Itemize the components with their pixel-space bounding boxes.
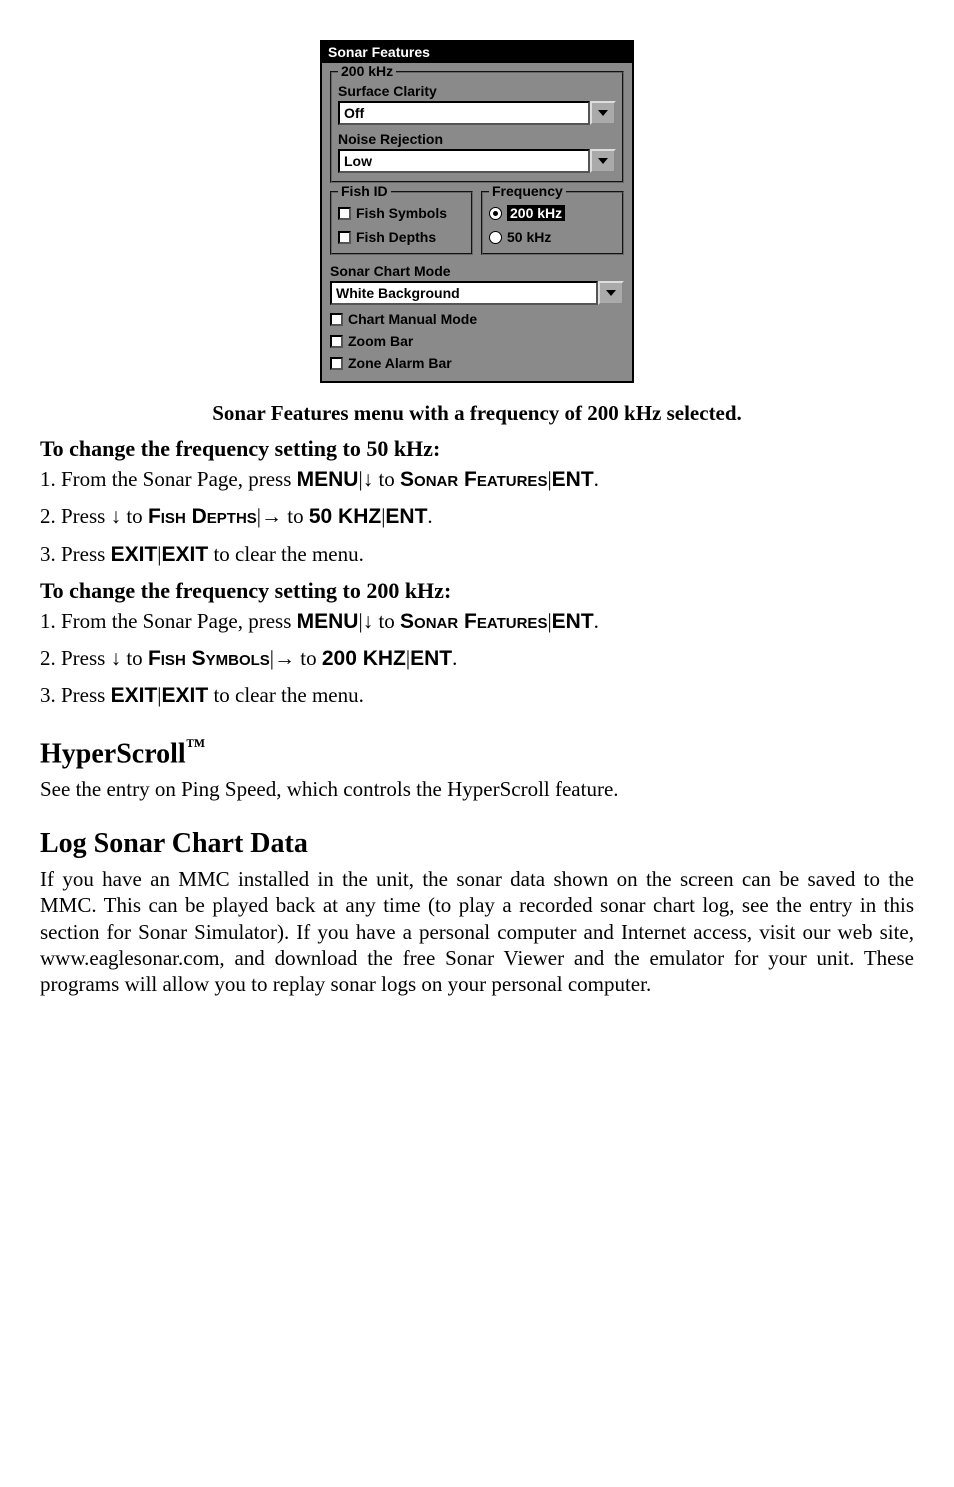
checkbox-icon (330, 357, 343, 370)
chevron-down-icon[interactable] (590, 101, 616, 125)
hyperscroll-body: See the entry on Ping Speed, which contr… (40, 776, 914, 802)
checkbox-icon (330, 313, 343, 326)
step-200-2: 2. Press ↓ to Fish Symbols|→ to 200 KHZ|… (40, 645, 914, 672)
noise-rejection-dropdown[interactable]: Low (338, 149, 616, 173)
step-200-1: 1. From the Sonar Page, press MENU|↓ to … (40, 608, 914, 635)
sonar-chart-mode-dropdown[interactable]: White Background (330, 281, 624, 305)
group-fish-id-title: Fish ID (338, 183, 391, 199)
fish-depths-label: Fish Depths (356, 229, 436, 245)
zoom-bar-checkbox[interactable]: Zoom Bar (330, 333, 624, 349)
chart-manual-mode-checkbox[interactable]: Chart Manual Mode (330, 311, 624, 327)
fish-symbols-checkbox[interactable]: Fish Symbols (338, 205, 465, 221)
freq-200-radio[interactable]: 200 kHz (489, 205, 616, 221)
dialog-figure: Sonar Features 200 kHz Surface Clarity O… (40, 40, 914, 383)
sonar-chart-mode-label: Sonar Chart Mode (330, 263, 624, 279)
sonar-features-dialog: Sonar Features 200 kHz Surface Clarity O… (320, 40, 634, 383)
step-50-2: 2. Press ↓ to Fish Depths|→ to 50 KHZ|EN… (40, 503, 914, 530)
group-frequency: Frequency 200 kHz 50 kHz (481, 191, 624, 255)
chevron-down-icon[interactable] (598, 281, 624, 305)
step-50-3: 3. Press EXIT|EXIT to clear the menu. (40, 541, 914, 568)
fish-symbols-label: Fish Symbols (356, 205, 447, 221)
zone-alarm-bar-label: Zone Alarm Bar (348, 355, 452, 371)
heading-200khz: To change the frequency setting to 200 k… (40, 578, 914, 604)
dialog-body: 200 kHz Surface Clarity Off Noise Reject… (322, 63, 632, 381)
surface-clarity-dropdown[interactable]: Off (338, 101, 616, 125)
checkbox-icon (330, 335, 343, 348)
surface-clarity-label: Surface Clarity (338, 83, 616, 99)
dialog-title: Sonar Features (322, 42, 632, 63)
freq-50-label: 50 kHz (507, 229, 551, 245)
zone-alarm-bar-checkbox[interactable]: Zone Alarm Bar (330, 355, 624, 371)
step-200-3: 3. Press EXIT|EXIT to clear the menu. (40, 682, 914, 709)
group-200khz-title: 200 kHz (338, 63, 396, 79)
group-200khz: 200 kHz Surface Clarity Off Noise Reject… (330, 71, 624, 183)
freq-50-radio[interactable]: 50 kHz (489, 229, 616, 245)
heading-log-sonar: Log Sonar Chart Data (40, 828, 914, 860)
radio-icon (489, 231, 502, 244)
figure-caption: Sonar Features menu with a frequency of … (40, 401, 914, 426)
fish-depths-checkbox[interactable]: Fish Depths (338, 229, 465, 245)
heading-50khz: To change the frequency setting to 50 kH… (40, 436, 914, 462)
step-50-1: 1. From the Sonar Page, press MENU|↓ to … (40, 466, 914, 493)
chart-manual-mode-label: Chart Manual Mode (348, 311, 477, 327)
freq-200-label: 200 kHz (507, 205, 565, 221)
log-sonar-body: If you have an MMC installed in the unit… (40, 866, 914, 997)
chevron-down-icon[interactable] (590, 149, 616, 173)
checkbox-icon (338, 231, 351, 244)
page: Sonar Features 200 kHz Surface Clarity O… (0, 0, 954, 1487)
group-fish-id: Fish ID Fish Symbols Fish Depths (330, 191, 473, 255)
zoom-bar-label: Zoom Bar (348, 333, 413, 349)
heading-hyperscroll: HyperScroll™ (40, 736, 914, 770)
noise-rejection-value: Low (338, 149, 590, 173)
surface-clarity-value: Off (338, 101, 590, 125)
sonar-chart-mode-value: White Background (330, 281, 598, 305)
checkbox-icon (338, 207, 351, 220)
group-frequency-title: Frequency (489, 183, 566, 199)
radio-selected-icon (489, 207, 502, 220)
noise-rejection-label: Noise Rejection (338, 131, 616, 147)
